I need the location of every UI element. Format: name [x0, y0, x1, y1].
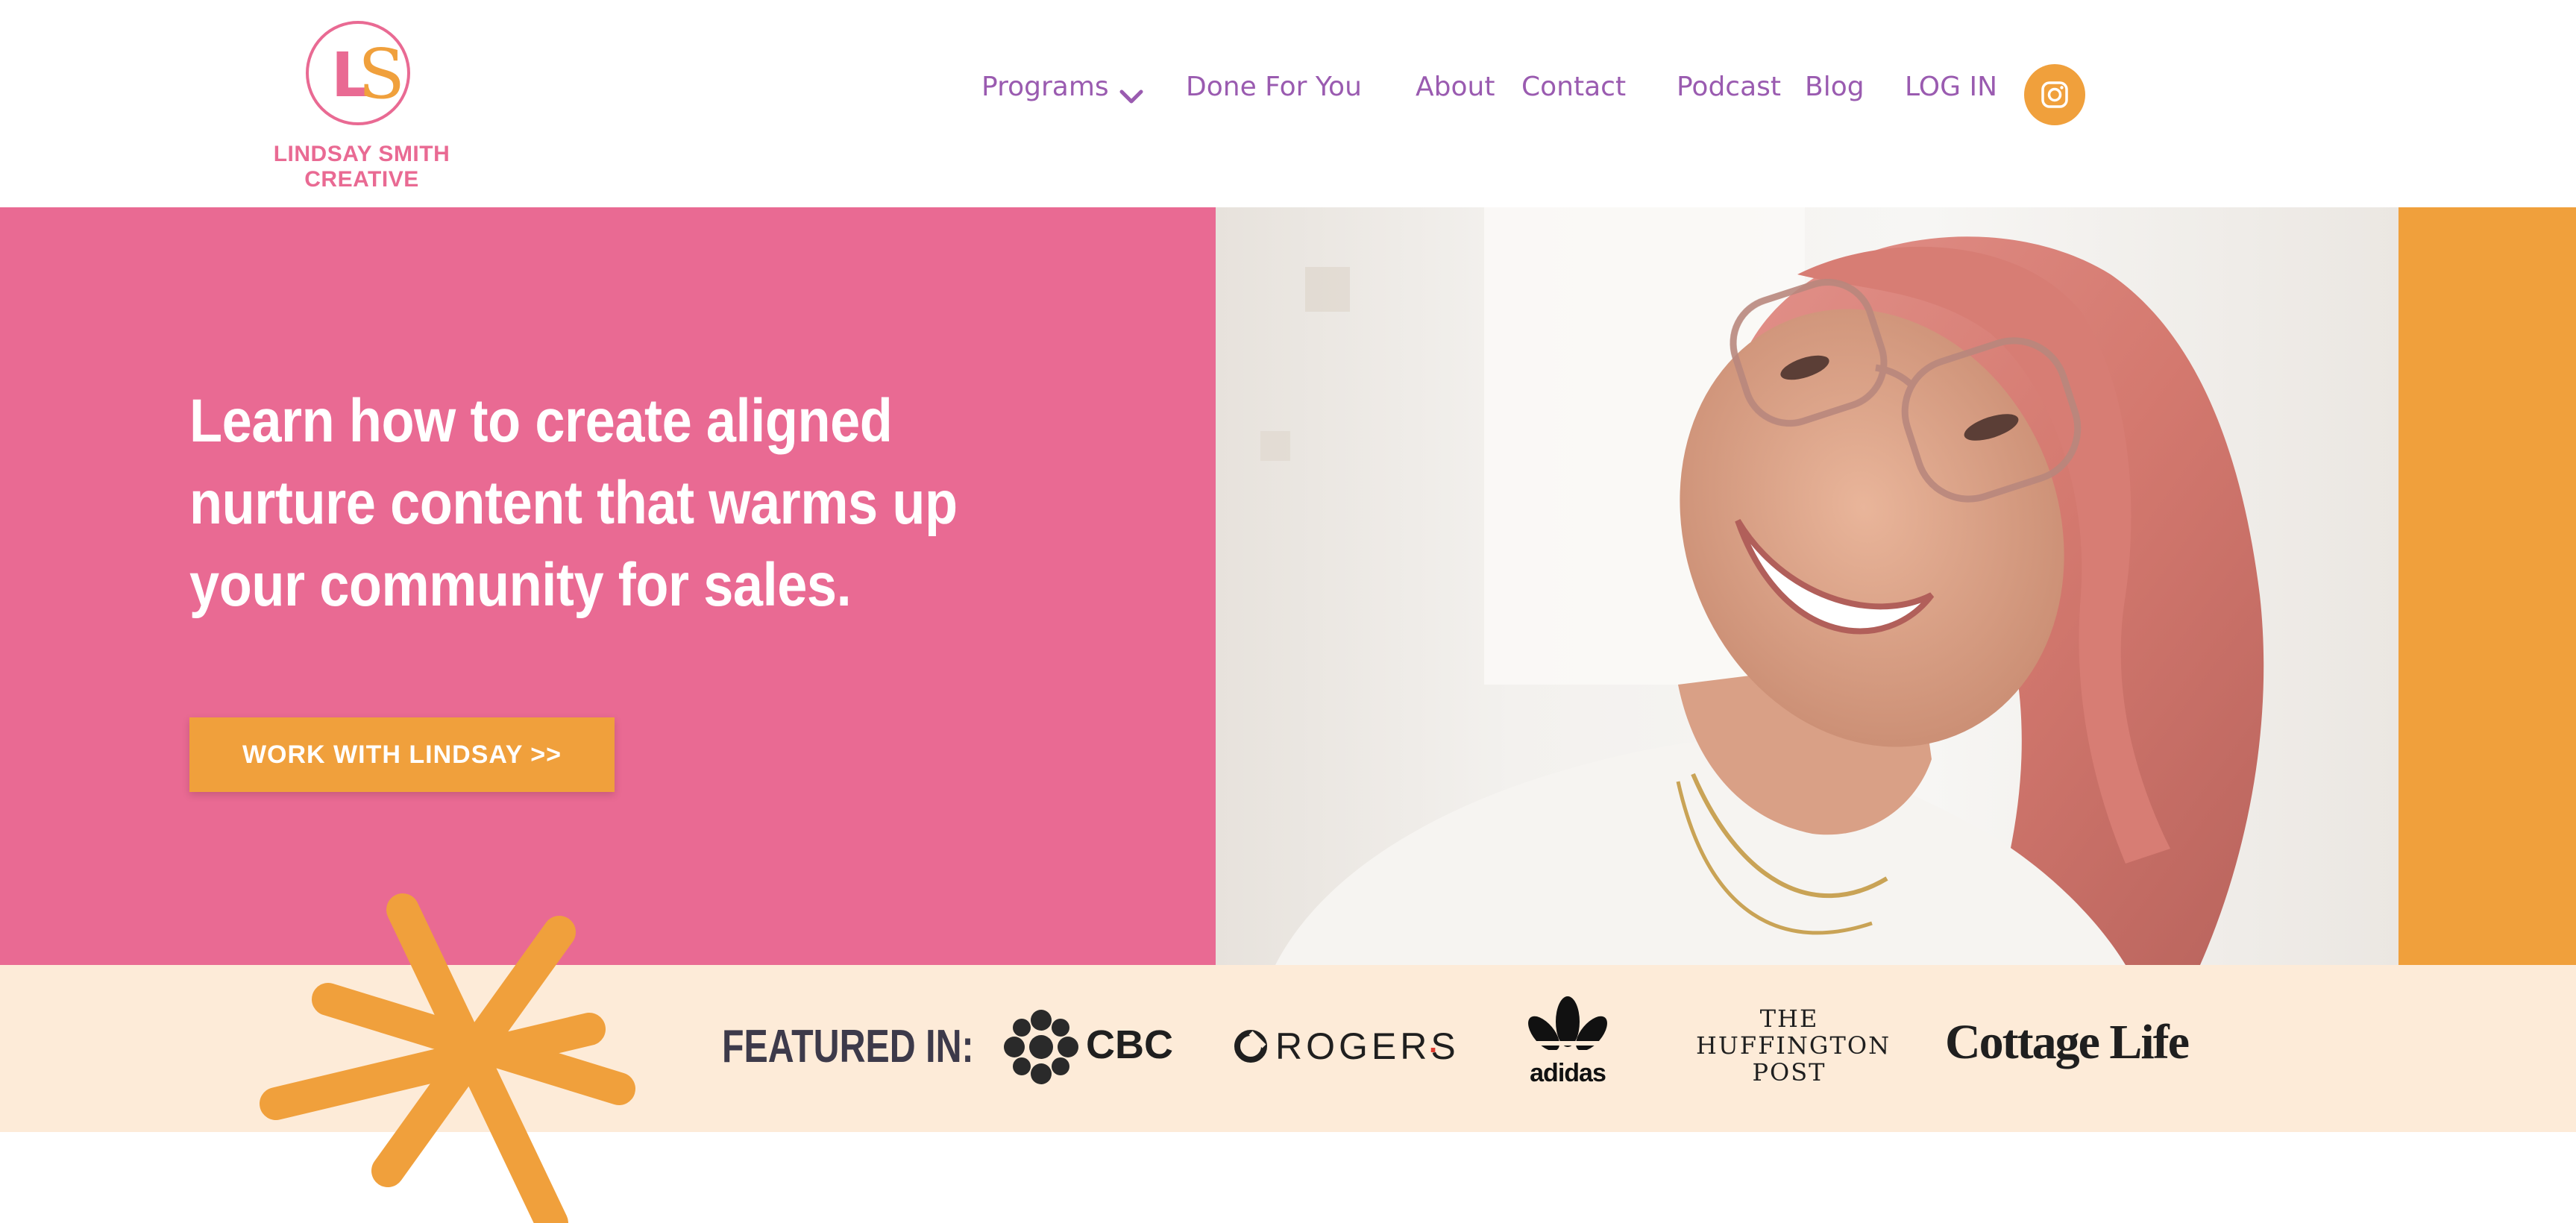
cottage-life-logo: Cottage Life	[1945, 995, 2191, 1099]
hero-panel: Learn how to create aligned nurture cont…	[0, 207, 1216, 965]
nav-programs[interactable]: Programs	[981, 72, 1109, 124]
huffington-post-logo: THE HUFFINGTON POST	[1696, 995, 1891, 1099]
cbc-wordmark: CBC	[1086, 1022, 1173, 1067]
work-with-lindsay-button[interactable]: WORK WITH LINDSAY >>	[189, 717, 615, 792]
nav-blog[interactable]: Blog	[1805, 72, 1865, 124]
adidas-trefoil-icon	[1527, 996, 1608, 1054]
huffington-post-wordmark: THE HUFFINGTON POST	[1696, 1005, 1891, 1087]
huffington-line: HUFFINGTON	[1696, 1031, 1891, 1060]
hero-headline-line: Learn how to create aligned	[189, 387, 893, 455]
nav-about[interactable]: About	[1416, 72, 1495, 124]
hero-headline-line: your community for sales.	[189, 551, 852, 619]
starburst-decoration	[260, 893, 635, 1223]
instagram-icon	[2041, 81, 2068, 108]
site-header: L S LINDSAY SMITH CREATIVE Programs Done…	[0, 0, 2576, 207]
hero-portrait-photo	[1216, 207, 2398, 965]
rogers-logo: ROGERS .	[1234, 995, 1456, 1099]
cbc-logo: CBC	[1002, 995, 1174, 1099]
cottage-life-wordmark: Cottage Life	[1945, 1015, 2190, 1069]
hero-headline-line: nurture content that warms up	[189, 469, 958, 537]
adidas-wordmark: adidas	[1530, 1059, 1606, 1087]
nav-contact[interactable]: Contact	[1521, 72, 1626, 124]
featured-in-label: FEATURED IN:	[722, 1021, 974, 1072]
chevron-down-icon[interactable]	[1119, 88, 1144, 106]
cbc-gem-icon	[1004, 1010, 1078, 1084]
nav-done-for-you[interactable]: Done For You	[1186, 72, 1362, 124]
huffington-line: POST	[1752, 1058, 1826, 1087]
portrait-illustration	[1216, 207, 2398, 965]
main-nav: Programs Done For You About Contact Podc…	[0, 72, 2576, 124]
hero-accent-bar	[2398, 207, 2576, 965]
nav-programs-label: Programs	[981, 72, 1109, 102]
instagram-button[interactable]	[2024, 64, 2085, 125]
hero-headline: Learn how to create aligned nurture cont…	[189, 380, 977, 626]
nav-login[interactable]: LOG IN	[1905, 72, 1997, 124]
huffington-line: THE	[1759, 1005, 1819, 1033]
adidas-logo: adidas	[1521, 995, 1614, 1099]
logo-wordmark: LINDSAY SMITH CREATIVE	[273, 142, 450, 192]
rogers-mark: .	[1429, 1026, 1438, 1059]
rogers-swirl-icon	[1234, 1030, 1267, 1063]
nav-podcast[interactable]: Podcast	[1677, 72, 1781, 124]
